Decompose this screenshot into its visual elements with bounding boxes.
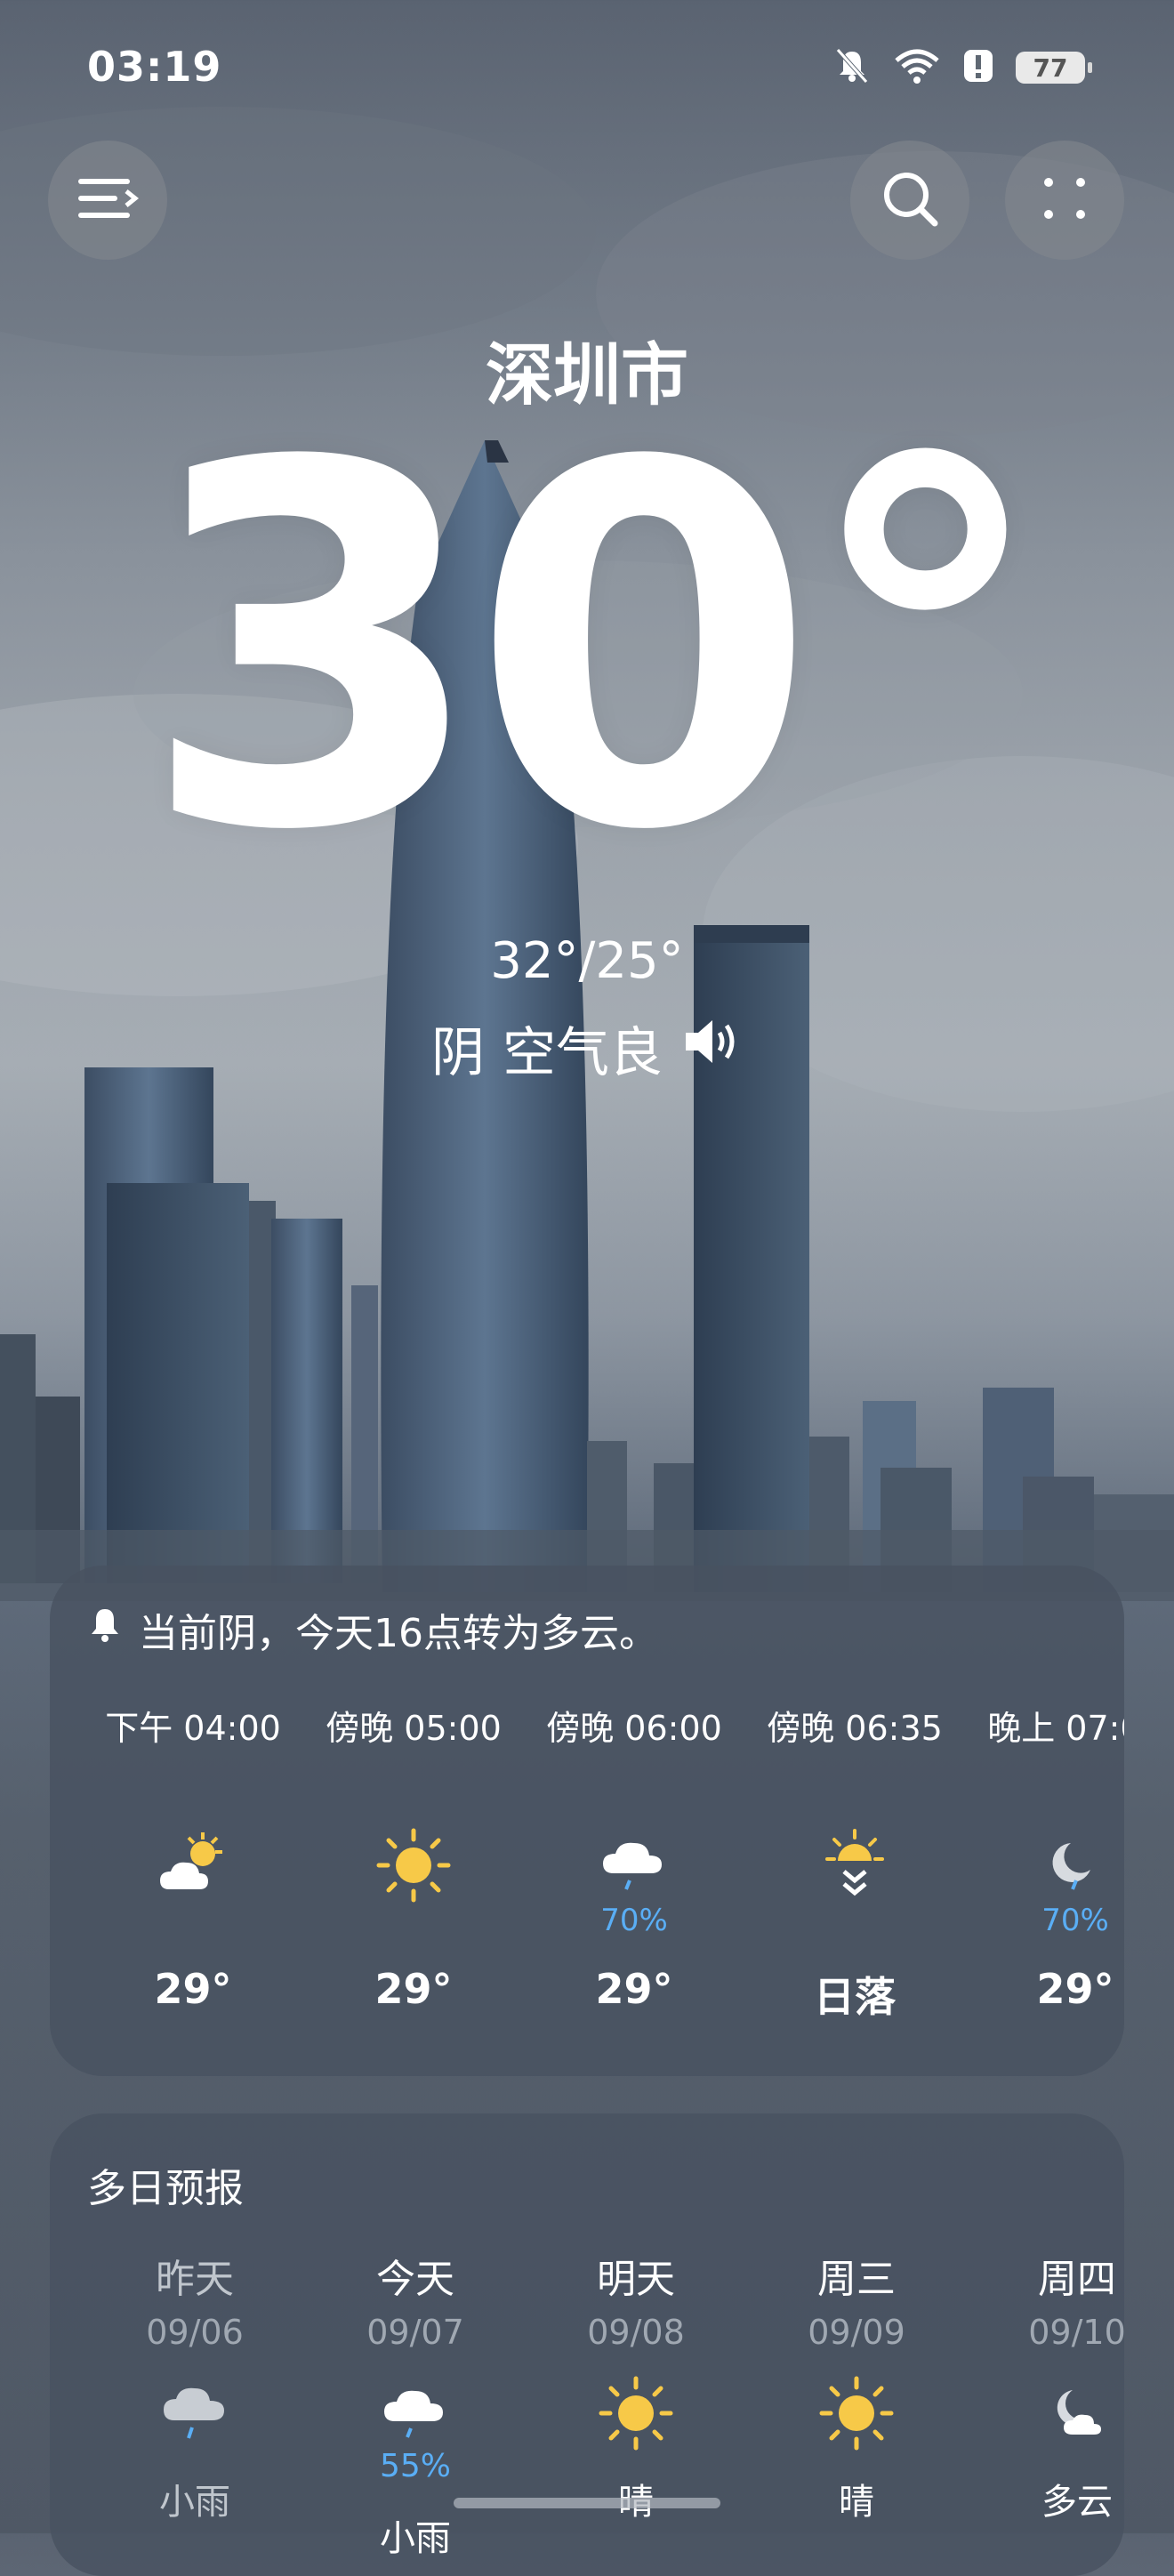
- alert-icon: [962, 46, 994, 89]
- day-item[interactable]: 昨天 09/06 小雨: [84, 2247, 306, 2524]
- home-indicator[interactable]: [454, 2498, 720, 2508]
- day-date: 09/10: [1028, 2313, 1124, 2352]
- sun-icon: [525, 2373, 747, 2453]
- battery-icon: 77: [1016, 52, 1092, 84]
- weather-alert: 当前阴，今天16点转为多云。: [87, 1601, 658, 1658]
- hour-time: 傍晚 06:35: [767, 1709, 943, 1748]
- day-name: 明天: [597, 2257, 675, 2302]
- day-name: 周三: [817, 2257, 896, 2302]
- day-condition: 小雨: [380, 2518, 451, 2559]
- condition-text: 阴: [431, 1022, 485, 1084]
- precip-chance: 70%: [1041, 1903, 1109, 1938]
- hour-temp: 29°: [374, 1965, 453, 2013]
- hour-item[interactable]: 晚上 07:00 70% 29°: [964, 1701, 1124, 2013]
- menu-icon: [76, 173, 140, 227]
- partly-cloudy-sun-icon: [82, 1821, 304, 1910]
- hour-item[interactable]: 傍晚 05:00 29°: [302, 1701, 525, 2013]
- hour-item[interactable]: 傍晚 06:35 日落: [744, 1701, 966, 2024]
- rain-cloud-icon: [304, 2373, 527, 2453]
- day-name: 昨天: [156, 2257, 234, 2302]
- moon-cloud-icon: [966, 2373, 1124, 2453]
- precip-chance: [744, 1903, 966, 1938]
- day-name: 周四: [1038, 2257, 1116, 2302]
- hour-time: 晚上 07:00: [987, 1709, 1124, 1748]
- hour-temp: 日落: [814, 1973, 896, 2021]
- day-condition: 晴: [839, 2482, 874, 2523]
- speaker-icon[interactable]: [680, 1017, 743, 1080]
- day-item[interactable]: 周四 09/10 多云: [966, 2247, 1124, 2524]
- day-date: 09/08: [587, 2313, 685, 2352]
- search-icon: [878, 166, 942, 234]
- current-temperature: 30°: [140, 359, 1049, 939]
- rain-cloud-icon: [84, 2373, 306, 2453]
- current-condition-row: 阴 空气良: [0, 1010, 1174, 1087]
- day-item[interactable]: 今天 09/07 55% 小雨: [304, 2247, 527, 2561]
- day-item[interactable]: 明天 09/08 晴: [525, 2247, 747, 2524]
- precip-chance: 70%: [600, 1903, 668, 1938]
- alert-text: 当前阴，今天16点转为多云。: [139, 1611, 658, 1656]
- moon-rain-icon: [964, 1821, 1124, 1910]
- hourly-forecast-card[interactable]: 当前阴，今天16点转为多云。 下午 04:00 29° 傍晚 05:00 29°…: [50, 1566, 1124, 2076]
- rain-cloud-icon: [523, 1821, 745, 1910]
- temperature-range: 32°/25°: [490, 932, 684, 990]
- precip-chance: [302, 1903, 525, 1938]
- more-dots-icon: [1038, 172, 1091, 229]
- hour-item[interactable]: 下午 04:00 29°: [82, 1701, 304, 2013]
- hour-item[interactable]: 傍晚 06:00 70% 29°: [523, 1701, 745, 2013]
- day-name: 今天: [376, 2257, 454, 2302]
- hour-temp: 29°: [1036, 1965, 1114, 2013]
- day-date: 09/09: [808, 2313, 905, 2352]
- precip-chance: 55%: [379, 2448, 451, 2484]
- hour-time: 傍晚 05:00: [326, 1709, 502, 1748]
- bell-icon: [87, 1606, 123, 1654]
- wifi-icon: [893, 46, 941, 89]
- sunset-icon: [744, 1821, 966, 1910]
- sun-icon: [745, 2373, 968, 2453]
- sun-icon: [302, 1821, 525, 1910]
- menu-button[interactable]: [48, 141, 167, 260]
- day-item[interactable]: 周三 09/09 晴: [745, 2247, 968, 2524]
- mute-bell-icon: [832, 46, 872, 89]
- search-button[interactable]: [850, 141, 969, 260]
- day-condition: 小雨: [159, 2482, 230, 2523]
- status-time: 03:19: [87, 43, 222, 91]
- air-quality[interactable]: 空气良: [503, 1010, 663, 1087]
- hour-time: 下午 04:00: [105, 1709, 281, 1748]
- hour-temp: 29°: [595, 1965, 673, 2013]
- daily-forecast-title: 多日预报: [87, 2166, 244, 2211]
- status-icons: 77: [832, 46, 1092, 89]
- precip-chance: [82, 1903, 304, 1938]
- more-button[interactable]: [1005, 141, 1124, 260]
- status-bar: 03:19 77: [0, 0, 1174, 133]
- day-condition: 多云: [1041, 2482, 1113, 2523]
- hour-temp: 29°: [154, 1965, 232, 2013]
- hour-time: 傍晚 06:00: [546, 1709, 722, 1748]
- day-date: 09/06: [146, 2313, 244, 2352]
- day-date: 09/07: [366, 2313, 464, 2352]
